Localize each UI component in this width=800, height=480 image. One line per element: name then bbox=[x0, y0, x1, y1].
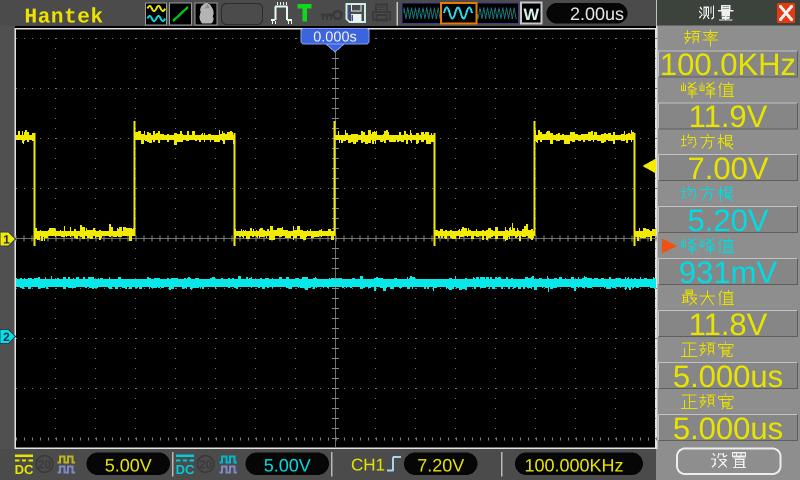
svg-text:100.0KHz: 100.0KHz bbox=[660, 47, 796, 82]
svg-text:2.00us: 2.00us bbox=[570, 4, 624, 24]
svg-text:7.20V: 7.20V bbox=[417, 455, 464, 475]
svg-text:5.00V: 5.00V bbox=[264, 455, 311, 475]
svg-text:20: 20 bbox=[38, 458, 52, 472]
svg-text:2: 2 bbox=[3, 330, 10, 344]
svg-text:DC: DC bbox=[15, 462, 34, 477]
svg-text:0.000s: 0.000s bbox=[313, 30, 357, 46]
svg-text:100.000KHz: 100.000KHz bbox=[524, 455, 623, 475]
svg-text:DC: DC bbox=[176, 462, 195, 477]
svg-text:Hantek: Hantek bbox=[25, 6, 104, 29]
svg-text:11.8V: 11.8V bbox=[689, 307, 768, 342]
svg-text:CH1: CH1 bbox=[351, 456, 385, 475]
svg-text:11.9V: 11.9V bbox=[689, 99, 768, 134]
svg-text:5.20V: 5.20V bbox=[687, 203, 768, 238]
svg-text:7.00V: 7.00V bbox=[687, 151, 768, 186]
svg-text:5.00V: 5.00V bbox=[105, 455, 152, 475]
svg-text:1: 1 bbox=[3, 233, 10, 247]
svg-text:5.000us: 5.000us bbox=[673, 411, 783, 446]
svg-text:5.000us: 5.000us bbox=[673, 359, 783, 394]
svg-text:W: W bbox=[524, 6, 540, 24]
svg-text:931mV: 931mV bbox=[679, 255, 778, 290]
svg-text:20: 20 bbox=[199, 458, 213, 472]
